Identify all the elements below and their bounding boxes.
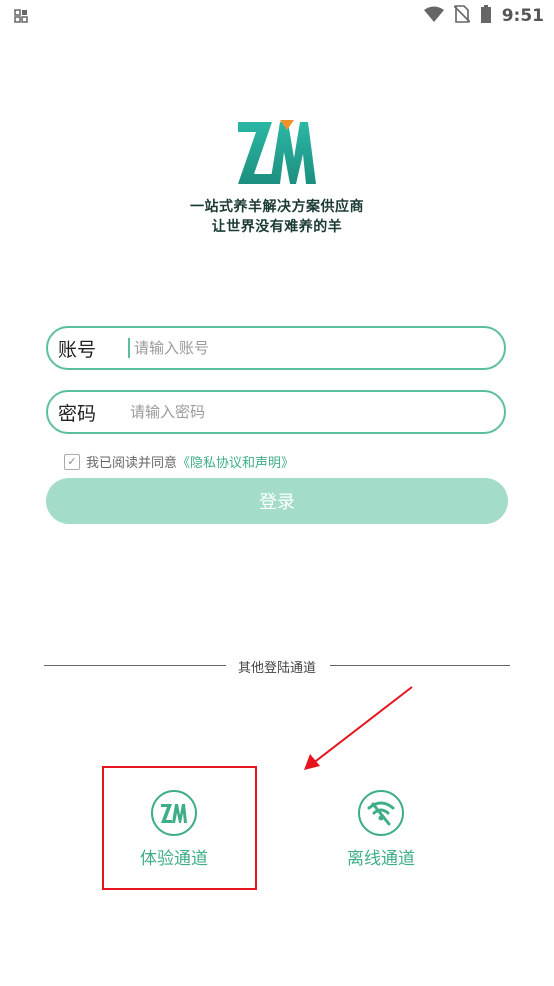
offline-signal-icon bbox=[358, 790, 404, 836]
password-label: 密码 bbox=[58, 402, 97, 425]
other-login-title: 其他登陆通道 bbox=[237, 661, 316, 676]
divider-right bbox=[330, 665, 510, 666]
offline-channel-label: 离线通道 bbox=[347, 849, 415, 869]
privacy-policy-link[interactable]: 《隐私协议和声明》 bbox=[177, 452, 294, 471]
notification-grid-icon bbox=[14, 8, 28, 27]
password-field[interactable]: 密码 bbox=[46, 390, 506, 434]
agreement-text: 我已阅读并同意 bbox=[86, 456, 178, 471]
slogan-line-1: 一站式养羊解决方案供应商 bbox=[190, 199, 364, 215]
app-logo bbox=[236, 118, 318, 188]
wifi-icon bbox=[423, 6, 444, 26]
login-button[interactable]: 登录 bbox=[46, 478, 508, 524]
annotation-highlight-box bbox=[102, 766, 257, 890]
account-field[interactable]: 账号 bbox=[46, 326, 506, 370]
agreement-row: ✓ 我已阅读并同意 《隐私协议和声明》 bbox=[64, 452, 294, 471]
status-bar: 9:51 bbox=[0, 0, 554, 32]
no-sim-icon bbox=[453, 5, 471, 27]
account-input[interactable] bbox=[132, 338, 504, 358]
password-input[interactable] bbox=[128, 402, 504, 422]
account-label: 账号 bbox=[58, 338, 97, 361]
offline-channel-button[interactable]: 离线通道 bbox=[321, 790, 441, 869]
agreement-checkbox[interactable]: ✓ bbox=[64, 453, 80, 470]
battery-icon bbox=[480, 5, 492, 27]
slogan-line-2: 让世界没有难养的羊 bbox=[211, 219, 343, 235]
status-time: 9:51 bbox=[501, 6, 544, 26]
text-caret bbox=[128, 338, 130, 358]
annotation-arrow bbox=[304, 686, 413, 770]
login-page: 9:51 一站式养羊解决方案供应商 让世界没有难养的羊 账号 密码 bbox=[0, 0, 554, 986]
